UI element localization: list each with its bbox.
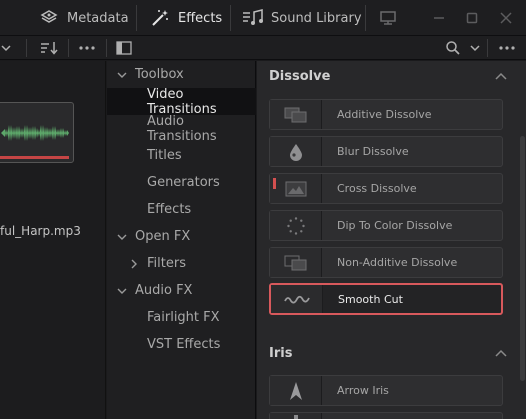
effect-item-non-additive-dissolve[interactable]: Non-Additive Dissolve xyxy=(269,247,503,278)
waveform-icon xyxy=(1,125,69,141)
favorite-marker xyxy=(273,178,276,189)
screen-icon[interactable] xyxy=(378,8,398,28)
cross-dissolve-icon xyxy=(270,174,322,203)
tree-item-label: Titles xyxy=(147,148,182,163)
tree-item-label: Fairlight FX xyxy=(147,310,220,325)
effect-label: Non-Additive Dissolve xyxy=(337,256,458,269)
clip-usage-bar xyxy=(0,156,69,159)
tree-item-label: Video Transitions xyxy=(147,86,217,117)
media-pool-panel: ful_Harp.mp3 xyxy=(0,61,106,419)
tree-item-label: Toolbox xyxy=(135,67,184,82)
tree-item-video-transitions[interactable]: Video Transitions xyxy=(107,86,256,117)
effect-item-dip-to-color-dissolve[interactable]: Dip To Color Dissolve xyxy=(269,210,503,241)
effect-label: Smooth Cut xyxy=(338,292,403,306)
effect-label: Blur Dissolve xyxy=(337,145,409,158)
tree-item-audio-fx[interactable]: Audio FX xyxy=(107,277,256,304)
row-divider xyxy=(68,39,69,57)
tree-item-label: Generators xyxy=(147,175,220,190)
toolbar-divider xyxy=(230,5,231,31)
effects-list-panel: Dissolve Additive Dissolve Blur Dissolve xyxy=(257,61,526,419)
effect-label: Cross Dissolve xyxy=(337,182,417,195)
chevron-up-icon[interactable] xyxy=(494,346,508,360)
metadata-icon xyxy=(38,7,60,29)
tree-item-audio-transitions[interactable]: Audio Transitions xyxy=(107,113,256,144)
magic-wand-icon xyxy=(149,7,171,29)
chevron-down-icon xyxy=(115,68,129,82)
effect-item-cross-dissolve[interactable]: Cross Dissolve xyxy=(269,173,503,204)
maximize-icon[interactable] xyxy=(462,8,482,28)
top-toolbar: Metadata Effects Sound Library xyxy=(0,0,526,36)
row-divider xyxy=(26,39,27,57)
tree-item-titles[interactable]: Titles xyxy=(107,142,256,169)
dotted-circle-icon xyxy=(270,211,322,240)
tree-item-label: Open FX xyxy=(135,229,191,244)
close-icon[interactable] xyxy=(496,8,516,28)
effects-label: Effects xyxy=(178,10,223,26)
more-options-icon[interactable] xyxy=(77,38,97,58)
effect-label: Additive Dissolve xyxy=(337,108,432,121)
chevron-down-icon xyxy=(115,284,129,298)
tree-item-label: Filters xyxy=(147,256,186,271)
effect-item-blur-dissolve[interactable]: Blur Dissolve xyxy=(269,136,503,167)
wave-icon xyxy=(271,285,323,313)
section-title-dissolve: Dissolve xyxy=(269,69,331,84)
chevron-up-icon[interactable] xyxy=(494,69,508,83)
panel-toggle-icon[interactable] xyxy=(114,38,134,58)
panel-header-row xyxy=(0,36,526,60)
row-divider xyxy=(487,39,488,57)
more-options-icon[interactable] xyxy=(497,38,517,58)
row-divider xyxy=(106,39,107,57)
effect-label: Dip To Color Dissolve xyxy=(337,219,453,232)
chevron-down-icon xyxy=(115,230,129,244)
section-title-iris: Iris xyxy=(269,346,293,361)
tree-item-toolbox[interactable]: Toolbox xyxy=(107,61,256,88)
effects-tree: Toolbox Video Transitions Audio Transiti… xyxy=(107,61,256,419)
tree-item-label: VST Effects xyxy=(147,337,221,352)
effect-label: Arrow Iris xyxy=(337,384,389,397)
tree-item-filters[interactable]: Filters xyxy=(107,250,256,277)
chevron-right-icon xyxy=(127,257,141,271)
metadata-tab[interactable]: Metadata xyxy=(38,0,129,36)
metadata-label: Metadata xyxy=(67,10,129,26)
tree-item-label: Effects xyxy=(147,202,192,217)
clip-name: ful_Harp.mp3 xyxy=(0,224,81,238)
effect-item-additive-dissolve[interactable]: Additive Dissolve xyxy=(269,99,503,130)
toolbar-divider xyxy=(365,5,366,31)
tree-item-open-fx[interactable]: Open FX xyxy=(107,223,256,250)
tree-item-vst-effects[interactable]: VST Effects xyxy=(107,331,256,358)
blur-drop-icon xyxy=(270,137,322,166)
sound-library-icon xyxy=(242,7,264,29)
tree-item-fairlight-fx[interactable]: Fairlight FX xyxy=(107,304,256,331)
effect-item-smooth-cut[interactable]: Smooth Cut xyxy=(269,283,503,315)
arrow-iris-icon xyxy=(270,376,322,405)
iris-icon xyxy=(270,413,322,419)
sort-icon[interactable] xyxy=(39,38,59,58)
effect-item-partial[interactable] xyxy=(269,412,503,419)
scrollbar[interactable] xyxy=(520,136,525,381)
tree-item-label: Audio Transitions xyxy=(147,113,217,144)
chevron-down-icon[interactable] xyxy=(465,38,485,58)
search-icon[interactable] xyxy=(443,38,463,58)
toolbar-divider xyxy=(136,5,137,31)
tree-item-generators[interactable]: Generators xyxy=(107,169,256,196)
effects-tab[interactable]: Effects xyxy=(149,0,222,36)
additive-dissolve-icon xyxy=(270,100,322,129)
sound-library-label: Sound Library xyxy=(271,10,362,26)
audio-clip-thumbnail[interactable] xyxy=(0,102,74,163)
tree-item-label: Audio FX xyxy=(135,283,193,298)
effect-item-arrow-iris[interactable]: Arrow Iris xyxy=(269,375,503,406)
sound-library-tab[interactable]: Sound Library xyxy=(242,0,362,36)
non-additive-dissolve-icon xyxy=(270,248,322,277)
chevron-down-icon[interactable] xyxy=(0,38,16,58)
tree-item-effects[interactable]: Effects xyxy=(107,196,256,223)
minimize-icon[interactable] xyxy=(429,8,449,28)
